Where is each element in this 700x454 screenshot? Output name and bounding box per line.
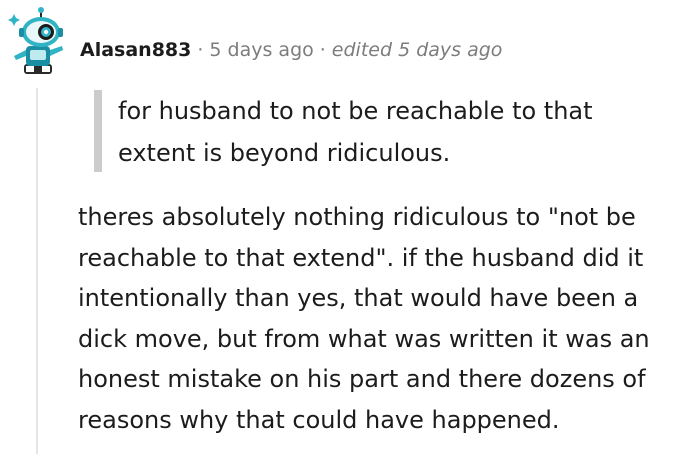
meta-separator: · (197, 39, 204, 61)
comment-meta: Alasan883 · 5 days ago · edited 5 days ago (80, 37, 502, 63)
avatar[interactable] (8, 6, 68, 78)
quote-bar (94, 90, 102, 172)
comment-body: theres absolutely nothing ridiculous to … (78, 203, 650, 434)
snoo-avatar-icon (8, 7, 63, 74)
quote-text: for husband to not be reachable to that … (118, 97, 593, 167)
blockquote: for husband to not be reachable to that … (94, 90, 654, 172)
author-link[interactable]: Alasan883 (80, 39, 191, 61)
thread-line[interactable] (36, 88, 38, 454)
meta-separator: · (319, 39, 326, 61)
edited-timestamp: edited 5 days ago (331, 39, 503, 61)
timestamp[interactable]: 5 days ago (209, 39, 313, 61)
